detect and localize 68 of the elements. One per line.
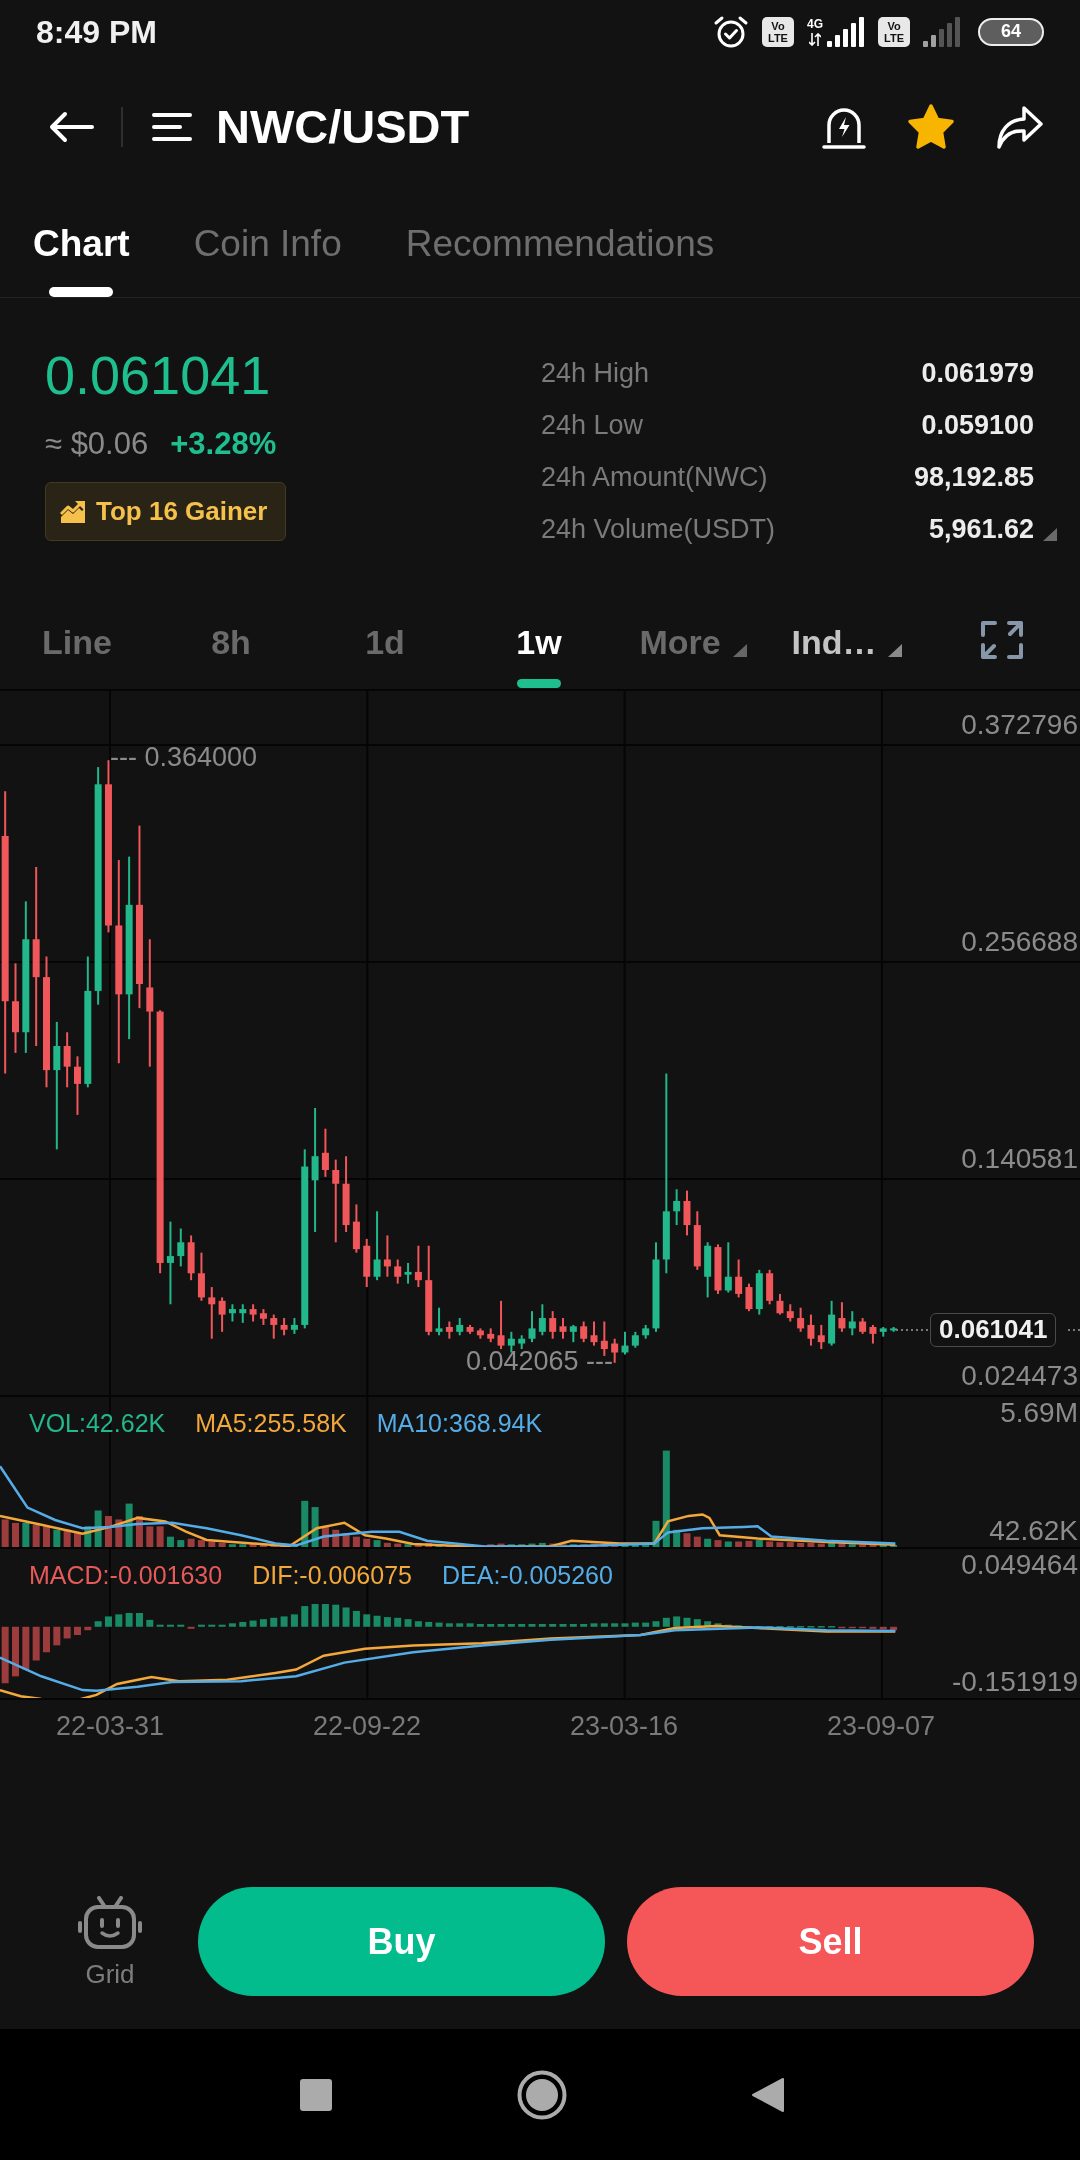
back-arrow-icon[interactable] bbox=[48, 111, 94, 143]
status-time: 8:49 PM bbox=[36, 13, 157, 52]
share-icon[interactable] bbox=[996, 104, 1044, 150]
data-arrows-icon bbox=[809, 33, 821, 46]
stat-value: 5,961.62 bbox=[928, 513, 1034, 545]
alarm-icon bbox=[713, 15, 749, 49]
macd-axis-label: -0.151919 bbox=[951, 1666, 1078, 1698]
price-axis-label: 0.140581 bbox=[961, 1143, 1078, 1175]
last-price: 0.061041 bbox=[45, 344, 271, 406]
network-type-label: 4G bbox=[807, 18, 823, 31]
legend-label: MA10:368.94K bbox=[376, 1408, 543, 1438]
legend-label: DEA:-0.005260 bbox=[442, 1560, 613, 1590]
grid-button[interactable]: Grid bbox=[77, 1887, 143, 1989]
caret-icon bbox=[732, 644, 747, 657]
gainer-badge[interactable]: Top 16 Gainer bbox=[45, 482, 287, 541]
price-axis-label: 0.024473 bbox=[961, 1360, 1078, 1392]
volte-badge: Vo LTE bbox=[762, 17, 794, 47]
price-axis-label: 0.372796 bbox=[961, 709, 1078, 741]
stat-label: 24h Amount(NWC) bbox=[541, 461, 769, 493]
date-axis-label: 22-03-31 bbox=[55, 1710, 165, 1743]
buy-button[interactable]: Buy bbox=[198, 1887, 605, 1996]
dropdown-menu[interactable]: Ind… bbox=[791, 622, 903, 662]
fullscreen-icon[interactable] bbox=[981, 621, 1023, 659]
dropdown-menu[interactable]: More bbox=[639, 622, 747, 662]
legend-label: VOL:42.62K bbox=[29, 1408, 166, 1438]
interval-tab[interactable]: 8h bbox=[209, 622, 253, 688]
stat-label: 24h Low bbox=[541, 409, 645, 441]
last-price-tag: 0.061041 bbox=[930, 1313, 1057, 1347]
legend-label: MACD:-0.001630 bbox=[29, 1560, 223, 1590]
legend-label: MA5:255.58K bbox=[195, 1408, 347, 1438]
interval-tab[interactable]: 1w bbox=[516, 622, 562, 688]
menu-icon[interactable] bbox=[152, 112, 192, 142]
date-axis-label: 23-09-07 bbox=[826, 1710, 936, 1743]
trend-up-icon bbox=[60, 499, 86, 524]
tab[interactable]: Chart bbox=[33, 224, 130, 297]
battery-indicator: 64 bbox=[978, 18, 1044, 46]
date-axis-label: 22-09-22 bbox=[312, 1710, 422, 1743]
pair-title[interactable]: NWC/USDT bbox=[216, 99, 470, 155]
star-icon[interactable] bbox=[906, 103, 956, 151]
signal-icon bbox=[827, 17, 865, 47]
stat-label: 24h High bbox=[541, 357, 651, 389]
price-change: +3.28% bbox=[170, 425, 277, 463]
high-price-label: --- 0.364000 bbox=[110, 741, 258, 773]
stat-label: 24h Volume(USDT) bbox=[541, 513, 777, 545]
volume-axis-label: 42.62K bbox=[989, 1515, 1078, 1547]
signal-icon bbox=[923, 17, 961, 47]
nav-back-icon[interactable] bbox=[752, 2077, 784, 2112]
caret-icon bbox=[888, 644, 903, 657]
sell-button[interactable]: Sell bbox=[627, 1887, 1034, 1996]
stat-value: 0.061979 bbox=[921, 357, 1034, 389]
legend-label: DIF:-0.006075 bbox=[252, 1560, 412, 1590]
tab[interactable]: Coin Info bbox=[193, 224, 342, 297]
volte-badge: Vo LTE bbox=[878, 17, 910, 47]
date-axis-label: 23-03-16 bbox=[569, 1710, 679, 1743]
volume-axis-label: 5.69M bbox=[1000, 1397, 1078, 1429]
recents-icon[interactable] bbox=[300, 2078, 332, 2111]
price-axis-label: 0.256688 bbox=[961, 926, 1078, 958]
interval-tab[interactable]: 1d bbox=[363, 622, 407, 688]
stat-value: 0.059100 bbox=[921, 409, 1034, 441]
robot-icon bbox=[77, 1896, 143, 1950]
low-price-label: 0.042065 --- bbox=[465, 1345, 613, 1377]
home-icon[interactable] bbox=[517, 2069, 567, 2120]
interval-tab[interactable]: Line bbox=[42, 622, 112, 688]
caret-icon[interactable] bbox=[1043, 527, 1057, 541]
macd-axis-label: 0.049464 bbox=[961, 1549, 1078, 1581]
stat-value: 98,192.85 bbox=[913, 461, 1034, 493]
fiat-price: ≈ $0.06 bbox=[45, 425, 149, 463]
tab[interactable]: Recommendations bbox=[405, 224, 715, 297]
